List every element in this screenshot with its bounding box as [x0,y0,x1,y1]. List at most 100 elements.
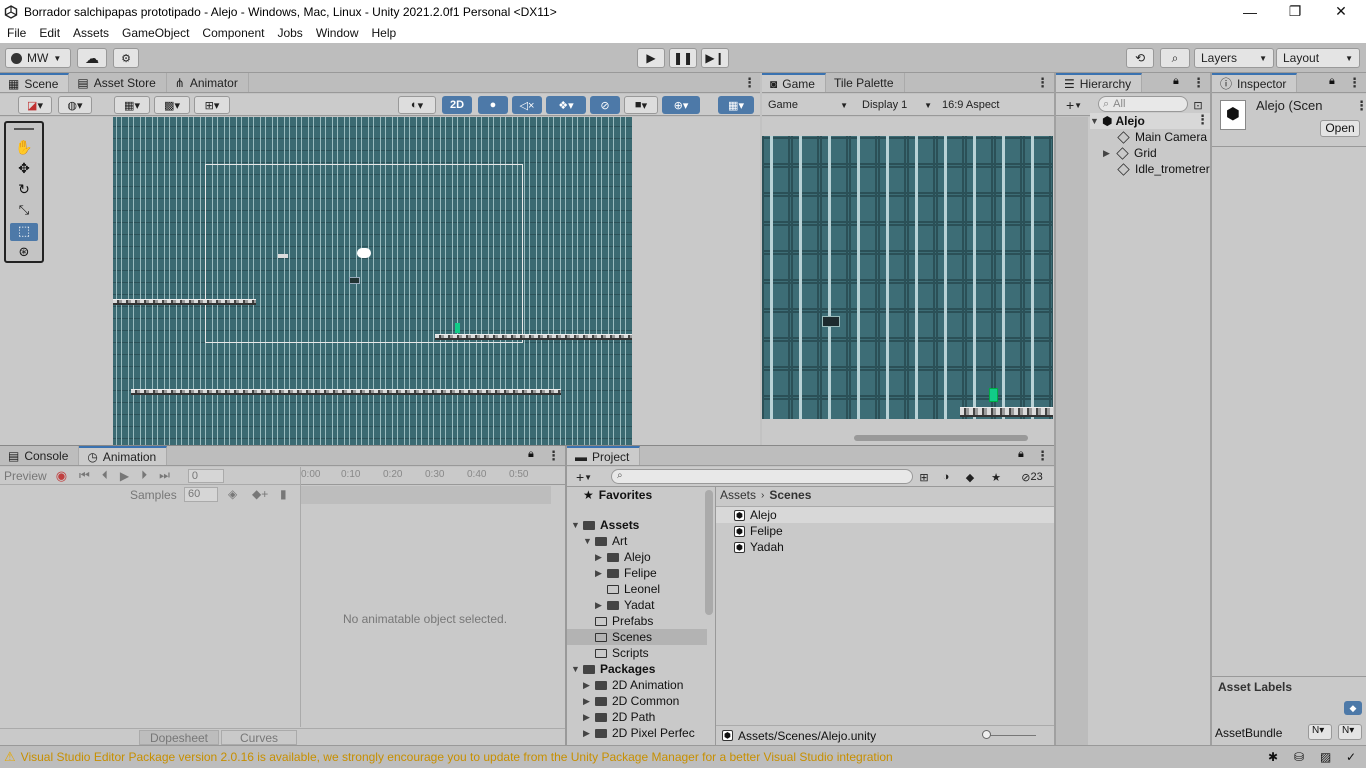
hierarchy-item-grid[interactable]: ▶ Grid [1103,145,1157,161]
hidden-objects-toggle[interactable]: ⊘ [590,96,620,114]
breadcrumb-scenes[interactable]: Scenes [769,488,811,502]
project-tree-item[interactable]: ▶ Alejo [567,549,707,565]
hierarchy-search-input[interactable]: ⌕ All [1098,96,1188,112]
dopesheet-tab[interactable]: Dopesheet [139,730,219,745]
hierarchy-scene-row[interactable]: ▼ ⬢ Alejo ⋮ [1090,112,1210,129]
lock-icon[interactable]: 🔒︎ [1329,75,1335,88]
rect-tool[interactable]: ⬚ [10,223,38,241]
lock-icon[interactable]: 🔒︎ [1173,75,1179,88]
project-tree-item[interactable]: Leonel [567,581,707,597]
first-key-icon[interactable]: ⏮ [79,468,90,483]
menu-help[interactable]: Help [365,26,403,40]
lighting-toggle[interactable]: ● [478,96,508,114]
project-tree-item[interactable]: ▶ Felipe [567,565,707,581]
create-dropdown[interactable]: + ▼ [1060,96,1088,114]
project-tree-item[interactable]: ▶ 2D Common [567,693,707,709]
progress-icon[interactable]: ▨ [1320,750,1331,764]
project-tree-item[interactable]: ▼ Assets [567,517,707,533]
file-row[interactable]: ⬢ Alejo [716,507,1054,523]
draw-mode-dropdown[interactable]: ◪ ▾ [18,96,52,114]
player-sprite[interactable] [455,323,460,333]
search-by-type-button[interactable]: ⊞ [915,468,933,486]
cache-icon[interactable]: ⛁ [1294,750,1304,764]
add-event-icon[interactable]: ▮ [280,487,287,501]
project-tree-item[interactable]: ▶ 2D Animation [567,677,707,693]
inspector-context-icon[interactable]: ⋮ [1355,98,1366,114]
tab-game[interactable]: ◙ Game [762,73,826,92]
tab-tile-palette[interactable]: Tile Palette [826,73,905,92]
hand-tool[interactable]: ✋ [10,139,38,157]
game-menu-icon[interactable]: ⋮ [1036,75,1049,91]
game-view-dropdown[interactable]: Game ▼ [764,96,852,114]
step-button[interactable]: ▶❙ [701,48,729,68]
globe-dropdown[interactable]: ◍ ▾ [58,96,92,114]
preview-toggle[interactable]: Preview [4,469,47,483]
project-search-input[interactable]: ⌕ [611,469,913,484]
add-keyframe-icon[interactable]: ◆+ [252,487,268,501]
curves-tab[interactable]: Curves [221,730,297,745]
transform-tool[interactable]: ⊛ [10,244,38,262]
menu-gameobject[interactable]: GameObject [115,26,195,40]
debug-icon[interactable]: ✱ [1268,750,1278,764]
play-button[interactable]: ▶ [637,48,665,68]
hierarchy-item-idle[interactable]: Idle_trometrer [1116,161,1210,177]
camera-gizmo[interactable] [278,254,288,258]
pause-button[interactable]: ❚❚ [669,48,697,68]
history-button[interactable]: ⟲ [1126,48,1154,68]
minimize-button[interactable]: — [1227,0,1273,23]
timeline-ruler[interactable]: 0:00 0:10 0:20 0:30 0:40 0:50 [301,467,565,485]
favorite-button[interactable]: ★ [987,468,1005,486]
tab-scene[interactable]: ▦ Scene [0,73,70,92]
project-tree-item[interactable]: ▼ Packages [567,661,707,677]
cloud-sprite[interactable] [357,248,371,258]
project-tree-item[interactable]: ▶ 2D Path [567,709,707,725]
menu-assets[interactable]: Assets [66,26,115,40]
tab-asset-store[interactable]: ▤ Asset Store [69,73,167,92]
aspect-dropdown[interactable]: 16:9 Aspect [940,96,1026,114]
ruler-dropdown[interactable]: ⊞ ▾ [194,96,230,114]
prev-key-icon[interactable]: ⏴ [102,468,108,483]
project-tree-item[interactable]: ▼ Art [567,533,707,549]
drag-handle[interactable] [14,128,34,130]
hierarchy-item-main-camera[interactable]: Main Camera [1116,129,1207,145]
project-tree-item[interactable]: Scenes [567,629,707,645]
scene-menu-icon[interactable]: ⋮ [743,75,756,91]
mode-2d-toggle[interactable]: 2D [442,96,472,114]
effects-dropdown[interactable]: ❖ ▾ [546,96,586,114]
scale-tool[interactable]: ⤡ [10,202,38,220]
move-tool[interactable]: ✥ [10,160,38,178]
play-icon[interactable]: ▶ [120,469,129,483]
game-scrollbar[interactable] [854,435,1028,441]
hierarchy-menu-icon[interactable]: ⋮ [1192,75,1205,91]
layers-dropdown[interactable]: Layers ▼ [1194,48,1274,68]
asset-bundle-dropdown[interactable]: N▾ [1308,724,1332,740]
status-bar[interactable]: ⚠ Visual Studio Editor Package version 2… [0,745,1366,768]
account-dropdown[interactable]: MW ▼ [5,48,71,68]
tree-scrollbar[interactable] [705,490,713,615]
menu-jobs[interactable]: Jobs [270,26,308,40]
camera-dropdown[interactable]: ■ ▾ [624,96,658,114]
file-row[interactable]: ⬢ Yadah [716,539,784,555]
project-tree-item[interactable]: Scripts [567,645,707,661]
icon-size-slider[interactable] [984,735,1036,736]
sprite-object[interactable] [349,277,360,284]
frame-input[interactable]: 0 [187,468,224,483]
menu-component[interactable]: Component [195,26,270,40]
maximize-button[interactable]: ❐ [1272,0,1318,23]
display-dropdown[interactable]: Display 1 ▼ [858,96,936,114]
menu-window[interactable]: Window [309,26,365,40]
collab-button[interactable]: ⚙ [113,48,139,68]
search-by-type-icon[interactable]: ◑ [937,468,955,486]
create-asset-dropdown[interactable]: + ▼ [571,468,597,486]
menu-file[interactable]: File [0,26,32,40]
asset-variant-dropdown[interactable]: N▾ [1338,724,1362,740]
file-row[interactable]: ⬢ Felipe [716,523,783,539]
project-tree-item[interactable]: Prefabs [567,613,707,629]
search-button[interactable]: ⌕ [1160,48,1190,68]
tab-animator[interactable]: ⋔ Animator [167,73,249,92]
project-tree-item[interactable]: ▶ 2D Pixel Perfec [567,725,707,741]
label-filter-button[interactable]: ◆ [961,468,979,486]
keyframe-filter-icon[interactable]: ◈ [228,487,237,501]
record-icon[interactable]: ◉ [56,468,67,484]
tab-hierarchy[interactable]: ☰ Hierarchy [1056,73,1143,92]
